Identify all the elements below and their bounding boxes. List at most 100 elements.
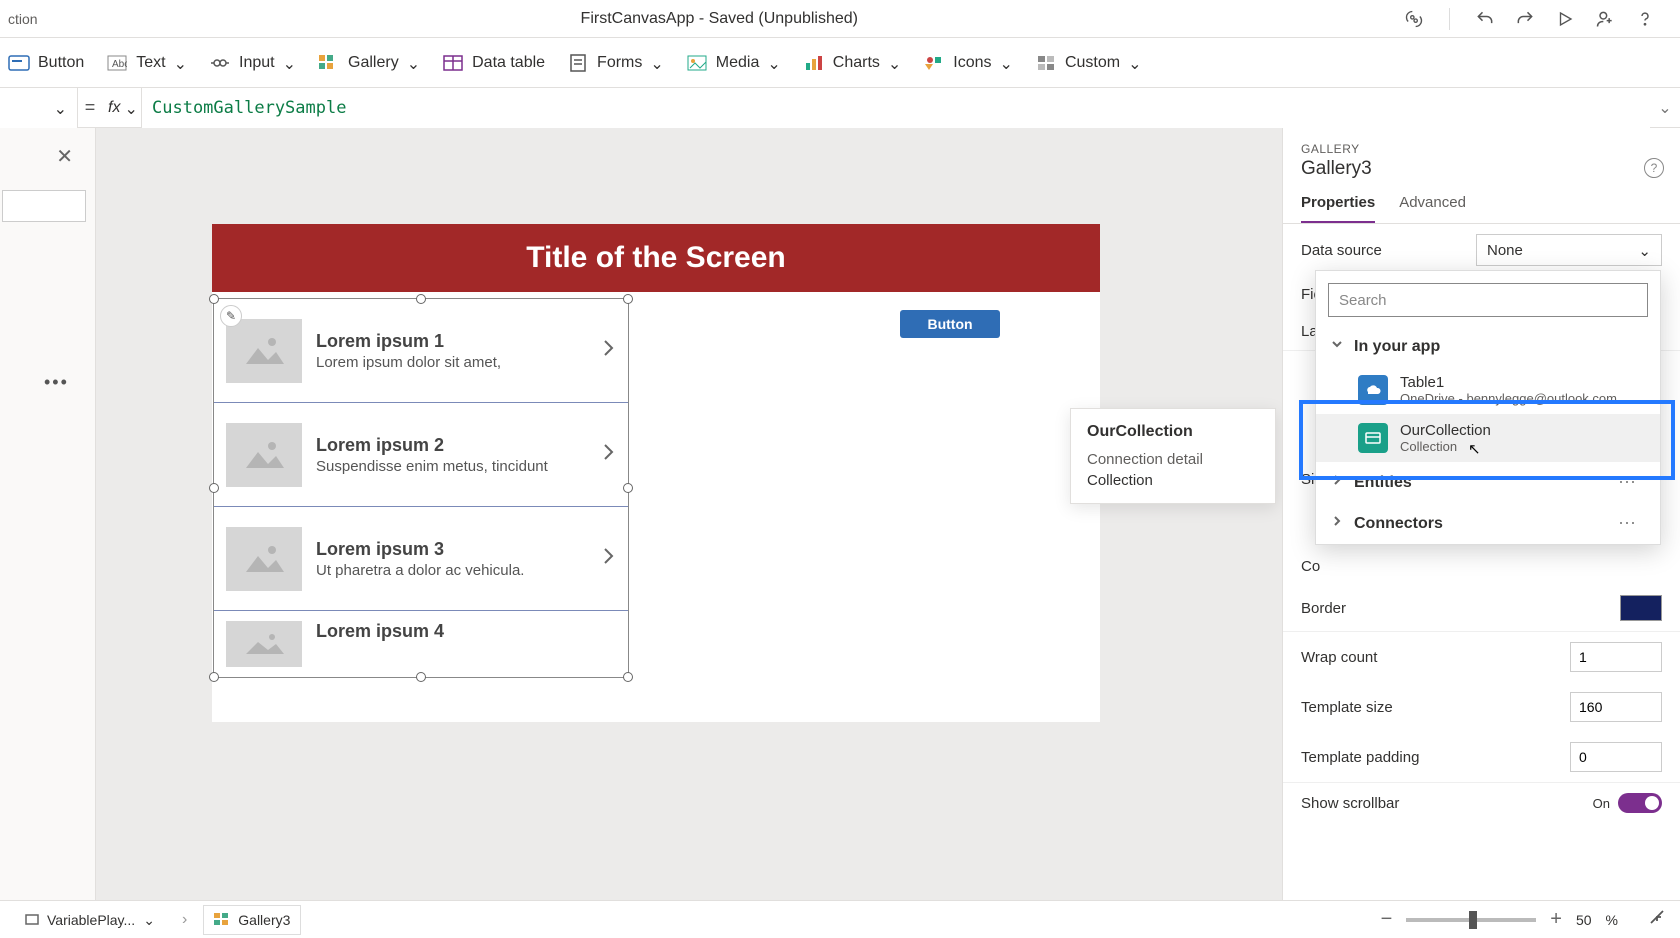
show-scrollbar-toggle[interactable] — [1618, 793, 1662, 813]
fx-label[interactable]: fx⌄ — [102, 88, 142, 128]
datasource-option-table1[interactable]: Table1OneDrive - bennylegge@outlook.com — [1316, 366, 1660, 414]
forms-icon — [567, 53, 589, 73]
prop-label: Show scrollbar — [1301, 795, 1399, 812]
option-label: OurCollection — [1400, 422, 1491, 439]
insert-icons[interactable]: Icons ⌄ — [923, 53, 1013, 73]
ribbon-tab-partial[interactable]: ction — [0, 11, 46, 27]
insert-data-table[interactable]: Data table — [442, 53, 545, 73]
insert-button[interactable]: Button — [8, 53, 84, 73]
chevron-right-icon[interactable] — [602, 442, 616, 467]
formula-bar: ⌄ = fx⌄ ⌄ — [0, 88, 1680, 128]
zoom-slider[interactable] — [1406, 918, 1536, 922]
prop-wrap-count-row: Wrap count — [1283, 632, 1680, 682]
section-in-your-app[interactable]: In your app — [1316, 327, 1660, 366]
resize-handle[interactable] — [623, 294, 633, 304]
gallery-item[interactable]: Lorem ipsum 3Ut pharetra a dolor ac vehi… — [214, 507, 628, 611]
chevron-right-icon[interactable] — [602, 338, 616, 363]
zoom-in-button[interactable]: + — [1550, 908, 1562, 931]
breadcrumb-screen[interactable]: VariablePlay... ⌄ — [14, 905, 166, 935]
tree-node[interactable] — [2, 190, 86, 222]
redo-icon[interactable] — [1514, 8, 1536, 30]
close-icon[interactable]: ✕ — [56, 144, 73, 169]
zoom-value: 50 — [1576, 912, 1592, 928]
help-icon[interactable]: ? — [1644, 158, 1664, 178]
chevron-down-icon: ⌄ — [124, 99, 137, 119]
breadcrumb-separator-icon: › — [182, 911, 187, 929]
charts-icon — [803, 53, 825, 73]
equals-sign: = — [78, 97, 102, 118]
play-preview-icon[interactable] — [1554, 8, 1576, 30]
section-entities[interactable]: Entities ⋯ — [1316, 462, 1660, 503]
resize-handle[interactable] — [209, 483, 219, 493]
chevron-right-icon[interactable] — [602, 546, 616, 571]
placeholder-image-icon — [226, 423, 302, 487]
prop-show-scrollbar-row: Show scrollbar On — [1283, 783, 1680, 823]
more-icon[interactable]: ••• — [44, 372, 69, 393]
datasource-tooltip: OurCollection Connection detail Collecti… — [1070, 408, 1276, 504]
insert-input[interactable]: Input ⌄ — [209, 53, 296, 73]
resize-handle[interactable] — [209, 672, 219, 682]
breadcrumb-control[interactable]: Gallery3 — [203, 905, 301, 935]
chevron-down-icon: ⌄ — [283, 54, 296, 74]
canvas-area[interactable]: Title of the Screen Button ✎ Lorem ipsum… — [96, 128, 1282, 938]
insert-forms[interactable]: Forms ⌄ — [567, 53, 664, 73]
template-size-input[interactable] — [1570, 692, 1662, 722]
chevron-down-icon: ⌄ — [888, 54, 901, 74]
undo-icon[interactable] — [1474, 8, 1496, 30]
gallery-item[interactable]: Lorem ipsum 2Suspendisse enim metus, tin… — [214, 403, 628, 507]
data-source-flyout: Search In your app Table1OneDrive - benn… — [1315, 270, 1661, 545]
insert-media-label: Media — [716, 54, 760, 72]
insert-icons-label: Icons — [953, 54, 991, 72]
template-padding-input[interactable] — [1570, 742, 1662, 772]
resize-handle[interactable] — [623, 483, 633, 493]
zoom-out-button[interactable]: − — [1381, 908, 1393, 931]
control-name: Gallery3 — [1301, 158, 1662, 180]
help-icon[interactable] — [1634, 8, 1656, 30]
control-category: GALLERY — [1301, 142, 1662, 156]
insert-gallery[interactable]: Gallery ⌄ — [318, 53, 420, 73]
search-input[interactable]: Search — [1328, 283, 1648, 317]
chevron-down-icon: ⌄ — [650, 54, 663, 74]
insert-charts-label: Charts — [833, 54, 880, 72]
formula-input[interactable] — [142, 88, 1650, 128]
insert-gallery-label: Gallery — [348, 54, 399, 72]
canvas-button-control[interactable]: Button — [900, 310, 1000, 338]
tab-advanced[interactable]: Advanced — [1399, 194, 1466, 223]
edit-pencil-icon[interactable]: ✎ — [220, 305, 242, 327]
app-checker-icon[interactable] — [1403, 8, 1425, 30]
property-selector[interactable]: ⌄ — [0, 88, 78, 128]
gallery-item[interactable]: Lorem ipsum 1Lorem ipsum dolor sit amet, — [214, 299, 628, 403]
insert-text[interactable]: Abc Text ⌄ — [106, 53, 187, 73]
custom-icon — [1035, 53, 1057, 73]
formula-expand-icon[interactable]: ⌄ — [1650, 98, 1680, 118]
resize-handle[interactable] — [209, 294, 219, 304]
gallery-item-subtitle: Lorem ipsum dolor sit amet, — [316, 354, 588, 371]
insert-charts[interactable]: Charts ⌄ — [803, 53, 902, 73]
data-source-value: None — [1487, 242, 1523, 259]
share-icon[interactable] — [1594, 8, 1616, 30]
resize-handle[interactable] — [416, 294, 426, 304]
zoom-controls: − + 50 % — [1381, 908, 1666, 931]
datasource-option-ourcollection[interactable]: OurCollectionCollection ↖ — [1316, 414, 1660, 462]
mouse-cursor-icon: ↖ — [1468, 440, 1481, 458]
border-color-swatch[interactable] — [1620, 595, 1662, 621]
svg-text:Abc: Abc — [112, 59, 127, 70]
fit-to-window-icon[interactable] — [1648, 908, 1666, 931]
section-connectors[interactable]: Connectors ⋯ — [1316, 503, 1660, 544]
resize-handle[interactable] — [416, 672, 426, 682]
insert-custom[interactable]: Custom ⌄ — [1035, 53, 1142, 73]
tab-properties[interactable]: Properties — [1301, 194, 1375, 223]
insert-media[interactable]: Media ⌄ — [686, 53, 781, 73]
more-icon[interactable]: ⋯ — [1608, 472, 1646, 493]
prop-label: Template size — [1301, 699, 1393, 716]
resize-handle[interactable] — [623, 672, 633, 682]
data-source-dropdown[interactable]: None ⌄ — [1476, 234, 1662, 266]
gallery-item[interactable]: Lorem ipsum 4 — [214, 611, 628, 679]
insert-text-label: Text — [136, 54, 165, 72]
prop-template-padding-row: Template padding — [1283, 732, 1680, 783]
chevron-down-icon: ⌄ — [1128, 54, 1141, 74]
chevron-down-icon: ⌄ — [54, 99, 67, 119]
gallery-selection[interactable]: ✎ Lorem ipsum 1Lorem ipsum dolor sit ame… — [213, 298, 629, 678]
wrap-count-input[interactable] — [1570, 642, 1662, 672]
more-icon[interactable]: ⋯ — [1608, 513, 1646, 534]
